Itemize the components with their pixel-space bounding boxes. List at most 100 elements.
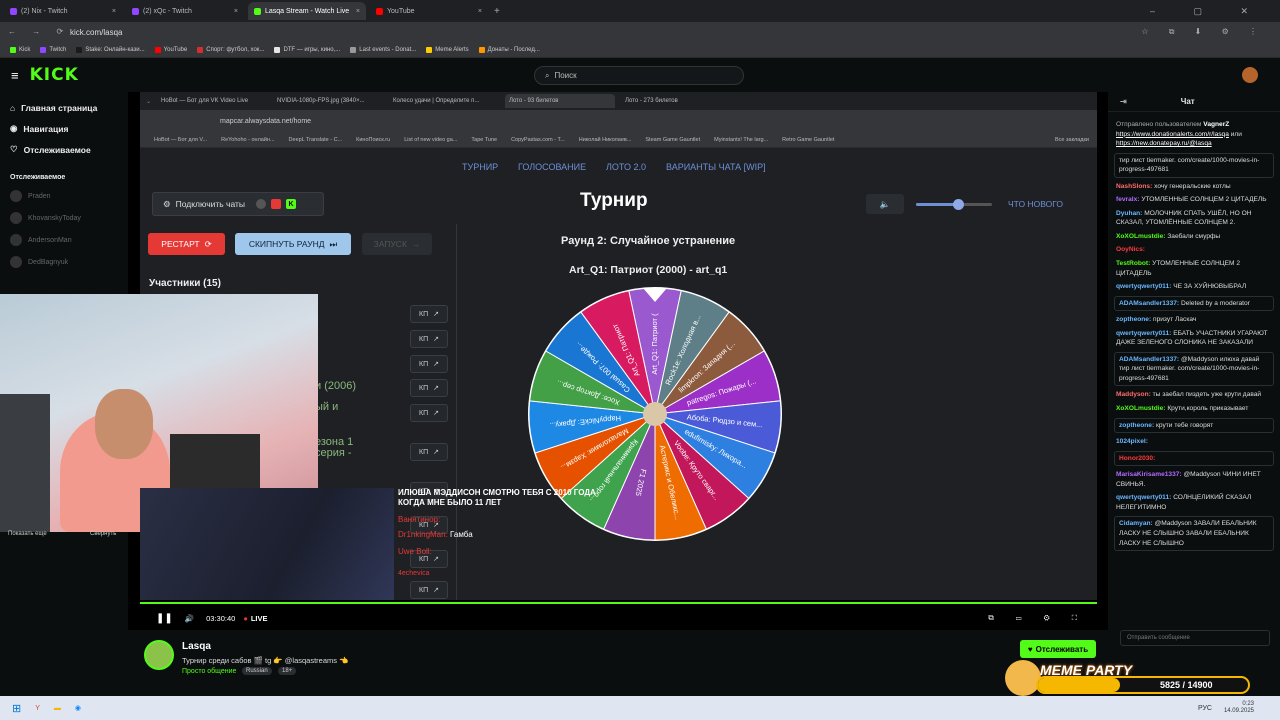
- pause-icon[interactable]: ❚❚: [156, 613, 173, 624]
- bookmark[interactable]: DTF — игры, кино,...: [274, 46, 340, 53]
- close-icon[interactable]: ×: [356, 8, 360, 15]
- collapse-chat-icon[interactable]: ⇥: [1120, 97, 1127, 106]
- tab-label: Lasqa Stream - Watch Live: [265, 7, 350, 15]
- chat-message: Maddyson: ты заебал пиздеть уже крути да…: [1108, 388, 1280, 402]
- browser-tab[interactable]: (2) Nix - Twitch ×: [4, 2, 122, 20]
- inner-bookmark: CopyPastas.com - T...: [511, 136, 565, 143]
- followed-channel[interactable]: Praden: [0, 185, 128, 207]
- chat-username[interactable]: Cidamyan:: [1119, 520, 1153, 527]
- chat-username[interactable]: NashSlons:: [1116, 183, 1152, 190]
- chat-username[interactable]: XoXOLmustdie:: [1116, 405, 1165, 412]
- inner-url: mapcar.alwaysdata.net/home: [220, 117, 312, 125]
- taskbar: ⊞ Y ▬ ◉ РУС 0:23 14.09.2025: [0, 696, 1280, 720]
- collapse-link[interactable]: Свернуть: [90, 531, 116, 537]
- menu-icon[interactable]: ≡: [11, 68, 19, 83]
- sidebar-item-following[interactable]: ♡ Отслеживаемое: [0, 139, 128, 160]
- volume-icon[interactable]: 🔊: [185, 614, 194, 623]
- chat-username[interactable]: qwertyqwerty011:: [1116, 283, 1171, 290]
- chat-username[interactable]: zoptheone:: [1119, 422, 1154, 429]
- browser-tab-active[interactable]: Lasqa Stream - Watch Live ×: [248, 2, 366, 20]
- inner-tab: NVIDIA-1080p-FPS.jpg (3840×...: [273, 94, 383, 108]
- kp-label: КП: [419, 310, 429, 318]
- chat-message: OoyNics:: [1108, 243, 1280, 257]
- streamer-name[interactable]: Lasqa: [182, 641, 211, 652]
- kp-button: КП ↗: [410, 305, 448, 323]
- kick-logo[interactable]: KICK: [30, 65, 79, 85]
- chat-username[interactable]: MarisaKirisame1337:: [1116, 471, 1182, 478]
- bookmark[interactable]: Спорт: футбол, хок...: [197, 46, 264, 53]
- sidebar-item-home[interactable]: ⌂ Главная страница: [0, 98, 128, 118]
- pinned-link[interactable]: https://www.donationalerts.com/r/lasqa: [1116, 131, 1229, 138]
- followed-channel[interactable]: KhovanskyToday: [0, 207, 128, 229]
- wheel-segment-label: Art_Q1: Патриот (: [650, 313, 659, 375]
- chat-username[interactable]: ADAMsandler1337:: [1119, 356, 1179, 363]
- sidebar-item-browse[interactable]: ◉ Навигация: [0, 118, 128, 139]
- player-right-icons[interactable]: ⧉ ▭ ⚙ ⛶: [988, 613, 1087, 623]
- tag-badge[interactable]: Russian: [242, 667, 272, 675]
- chat-username[interactable]: ADAMsandler1337:: [1119, 300, 1179, 307]
- chat-message: NashSlons: хочу генеральские котлы: [1108, 180, 1280, 194]
- folder-icon[interactable]: ▬: [54, 705, 61, 712]
- new-tab-icon[interactable]: +: [494, 6, 500, 17]
- close-icon[interactable]: ×: [234, 8, 238, 15]
- external-link-icon: ↗: [433, 336, 439, 343]
- followed-channel[interactable]: AndersonMan: [0, 229, 128, 251]
- chat-username[interactable]: qwertyqwerty011:: [1116, 330, 1171, 337]
- chat-message: qwertyqwerty011: ЕБАТЬ УЧАСТНИКИ УГАРАЮТ…: [1108, 327, 1280, 350]
- browser-tab[interactable]: (2) xQc - Twitch ×: [126, 2, 244, 20]
- chat-text: Крути,король приказывает: [1167, 405, 1249, 413]
- inner-bookmark: List of new video ga...: [404, 136, 458, 143]
- followed-channel[interactable]: DedBagnyuk: [0, 251, 128, 273]
- chat-username[interactable]: fevralx:: [1116, 196, 1139, 203]
- progress-bar[interactable]: [140, 602, 1097, 604]
- restart-button: РЕСТАРТ ⟳: [148, 233, 225, 255]
- tag-badge[interactable]: 18+: [278, 667, 297, 675]
- yandex-icon[interactable]: Y: [35, 705, 40, 712]
- chat-text: ты заебал пиздеть уже крути давай: [1152, 391, 1262, 399]
- language-indicator[interactable]: РУС: [1198, 705, 1212, 712]
- user-avatar[interactable]: [1242, 67, 1258, 83]
- kp-button: КП ↗: [410, 330, 448, 348]
- chat-username[interactable]: qwertyqwerty011:: [1116, 494, 1171, 501]
- chat-message: zoptheone: призут Ласкач: [1108, 313, 1280, 327]
- bookmark[interactable]: Kick: [10, 46, 30, 53]
- chat-username[interactable]: TestRobot:: [1116, 260, 1150, 267]
- close-icon[interactable]: ×: [478, 8, 482, 15]
- windows-icon[interactable]: ⊞: [12, 702, 21, 715]
- chat-username[interactable]: zoptheone:: [1116, 316, 1151, 323]
- chat-username[interactable]: XoXOLmustdie:: [1116, 233, 1165, 240]
- bookmark[interactable]: Донаты - Послед...: [478, 46, 540, 53]
- clock[interactable]: 0:23 14.09.2025: [1224, 701, 1254, 714]
- address-bar: ← → ⟳ kick.com/lasqa ☆ ⧉ ⬇ ⚙ ⋮: [0, 22, 1280, 42]
- nav-buttons[interactable]: ← → ⟳: [8, 27, 70, 36]
- browser-icon[interactable]: ◉: [75, 704, 81, 712]
- restart-icon: ⟳: [204, 238, 212, 249]
- stream-category[interactable]: Просто общение: [182, 668, 236, 675]
- face-shape: [95, 389, 153, 459]
- chat-username[interactable]: Maddyson:: [1116, 391, 1151, 398]
- bookmark[interactable]: Last events - Donat...: [350, 46, 416, 53]
- window-controls[interactable]: – ▢ ✕: [1150, 6, 1266, 17]
- bookmark[interactable]: Twitch: [40, 46, 66, 53]
- chat-username[interactable]: Dyuhan:: [1116, 210, 1142, 217]
- chat-username[interactable]: Honor2030:: [1119, 455, 1155, 462]
- follow-button[interactable]: ♥ Отслеживать: [1020, 640, 1096, 658]
- bookmark[interactable]: Stake: Онлайн-кази...: [76, 46, 145, 53]
- participant-partial: и (2006): [315, 380, 356, 392]
- pinned-link[interactable]: https://new.donatepay.ru/@lasqa: [1116, 140, 1212, 147]
- avatar[interactable]: [144, 640, 174, 670]
- close-icon[interactable]: ×: [112, 8, 116, 15]
- chat-input[interactable]: Отправить сообщение: [1120, 630, 1270, 646]
- chat-username[interactable]: 1024pixel:: [1116, 438, 1148, 445]
- browser-tab[interactable]: YouTube ×: [370, 2, 488, 20]
- streamer-info: Lasqa Турнир среди сабов 🎬 tg 👉 @lasqast…: [128, 632, 1108, 696]
- pinned-prefix: Отправлено пользователем: [1116, 121, 1202, 128]
- bookmark[interactable]: Meme Alerts: [426, 46, 469, 53]
- url-field[interactable]: kick.com/lasqa: [70, 28, 122, 37]
- chat-username[interactable]: OoyNics:: [1116, 246, 1145, 253]
- show-more-link[interactable]: Показать еще: [8, 531, 47, 537]
- browser-toolbar-icons[interactable]: ☆ ⧉ ⬇ ⚙ ⋮: [1141, 27, 1266, 37]
- search-input[interactable]: ⌕ Поиск: [534, 66, 744, 85]
- bookmark[interactable]: YouTube: [154, 46, 187, 53]
- kp-label: КП: [419, 335, 429, 343]
